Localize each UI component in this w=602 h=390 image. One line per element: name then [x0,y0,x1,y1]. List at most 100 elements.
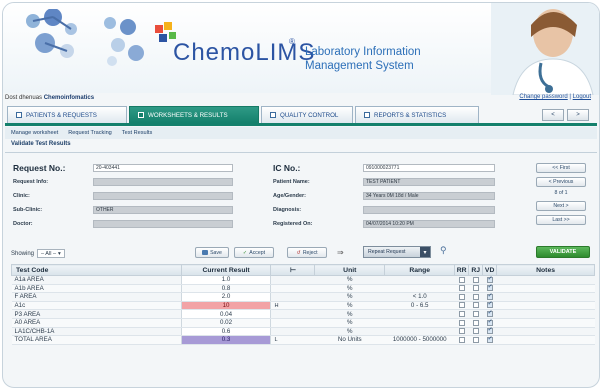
age-gender-field: 34 Years 0M 18d / Male [363,192,495,200]
notes-cell[interactable] [496,275,595,285]
reject-label: Reject [302,249,318,256]
vd-checkbox[interactable] [486,335,493,343]
vd-checkbox[interactable] [486,318,493,326]
page-nav-buttons: < > [542,109,589,121]
save-button[interactable]: Save [195,247,229,258]
rr-checkbox[interactable] [458,293,465,300]
table-row[interactable]: P3 AREA 0.04% [11,309,595,319]
rr-cell [454,309,469,319]
col-rr: RR [454,264,470,276]
rr-cell [454,318,469,328]
save-icon [202,250,209,255]
showing-label: Showing [11,250,35,257]
test-code-cell: A1c [11,301,182,311]
table-row[interactable]: LA1C/CHB-1A 0.6% [11,326,595,337]
vd-checkbox[interactable] [486,300,493,309]
notes-cell[interactable] [496,327,595,337]
rj-checkbox[interactable] [472,311,479,318]
current-result-cell[interactable]: 0.04 [180,309,272,319]
rj-checkbox[interactable] [472,302,479,309]
notes-cell[interactable] [496,335,595,345]
save-label: Save [210,249,222,256]
record-page-info: 8 of 1 [554,190,568,196]
col-range: Range [384,264,456,276]
tab-quality-control[interactable]: QUALITY CONTROL [261,106,353,123]
notes-cell[interactable] [496,309,595,319]
flag-cell: H [270,301,315,311]
subnav-request-tracking[interactable]: Request Tracking [68,130,112,136]
request-no-field[interactable]: 20-403441 [93,164,233,172]
table-row[interactable]: A1b AREA 0.8% [11,283,595,294]
rr-checkbox[interactable] [458,276,465,283]
current-result-cell[interactable]: 0.6 [180,327,272,337]
notes-cell[interactable] [496,301,595,311]
showing-filter: Showing – All – ▾ [11,249,65,258]
back-button[interactable]: < [542,109,564,121]
tab-reports-statistics[interactable]: REPORTS & STATISTICS [355,106,479,123]
change-password-link[interactable]: Change password [519,94,567,100]
rj-checkbox[interactable] [472,285,479,292]
rj-checkbox[interactable] [472,328,479,335]
rr-checkbox[interactable] [458,285,465,292]
table-row[interactable]: A1a AREA 1.0% [11,275,595,285]
accept-button[interactable]: ✓ Accept [234,247,274,258]
col-rj: RJ [468,264,484,276]
forward-button[interactable]: > [567,109,589,121]
table-row[interactable]: A0 AREA 0.02% [11,318,595,328]
vd-checkbox[interactable] [486,283,493,292]
unit-cell: No Units [314,335,385,345]
vd-checkbox[interactable] [486,292,493,300]
current-result-cell[interactable]: 10 [180,301,272,311]
ic-no-field[interactable]: 091000023771 [363,164,495,172]
validate-button[interactable]: VALIDATE [536,246,590,258]
showing-select[interactable]: – All – ▾ [37,249,65,258]
tab-box-icon [270,112,276,118]
tagline-line-1: Laboratory Information [305,46,421,58]
vd-checkbox[interactable] [486,326,493,335]
subnav-manage-worksheet[interactable]: Manage worksheet [11,130,58,136]
last-record-button[interactable]: Last >> [536,215,586,225]
current-result-cell[interactable]: 0.02 [180,318,272,328]
rr-checkbox[interactable] [458,336,465,343]
logout-link[interactable]: Logout [573,94,591,100]
subnav-test-results[interactable]: Test Results [122,130,152,136]
col-notes: Notes [496,264,595,276]
first-record-button[interactable]: << First [536,163,586,173]
test-code-cell: P3 AREA [11,309,182,319]
arrow-right-icon: ⇒ [337,248,344,257]
reject-button[interactable]: ↺ Reject [287,247,327,258]
vd-checkbox[interactable] [486,275,493,283]
filter-icon[interactable]: ⚲ [440,245,447,256]
rj-checkbox[interactable] [472,336,479,343]
current-result-cell[interactable]: 0.8 [180,284,272,294]
previous-record-button[interactable]: < Previous [536,177,586,187]
current-result-cell[interactable]: 2.0 [180,292,272,302]
rj-cell [468,275,483,285]
notes-cell[interactable] [496,292,595,302]
next-record-button[interactable]: Next > [536,201,586,211]
rr-checkbox[interactable] [458,319,465,326]
result-action-dropdown[interactable]: Repeat Request ▾ [363,246,431,258]
rj-checkbox[interactable] [472,319,479,326]
notes-cell[interactable] [496,284,595,294]
table-header-row: Test Code Current Result ⊢ Unit Range RR… [11,264,595,276]
rj-checkbox[interactable] [472,276,479,283]
table-row[interactable]: F AREA 2.0% < 1.0 [11,292,595,302]
current-result-cell[interactable]: 0.3 [180,335,272,345]
range-cell: 1000000 - 5000000 [384,335,455,345]
sub-clinic-label: Sub-Clinic: [13,207,43,213]
flag-cell [270,309,315,319]
table-row[interactable]: A1c 10 H% 0 - 6.5 [11,300,595,311]
table-row[interactable]: TOTAL AREA 0.3 L No Units 1000000 - 5000000 [11,335,595,345]
rr-checkbox[interactable] [458,311,465,318]
rr-checkbox[interactable] [458,328,465,335]
tab-patients-requests[interactable]: PATIENTS & REQUESTS [7,106,127,123]
rj-checkbox[interactable] [472,293,479,300]
notes-cell[interactable] [496,318,595,328]
vd-checkbox[interactable] [486,309,493,318]
resize-handle-icon: ⊢ [289,267,296,274]
current-result-cell[interactable]: 1.0 [180,275,272,285]
tab-worksheets-results[interactable]: WORKSHEETS & RESULTS [129,106,259,123]
age-gender-label: Age/Gender: [273,193,307,199]
rr-checkbox[interactable] [458,302,465,309]
